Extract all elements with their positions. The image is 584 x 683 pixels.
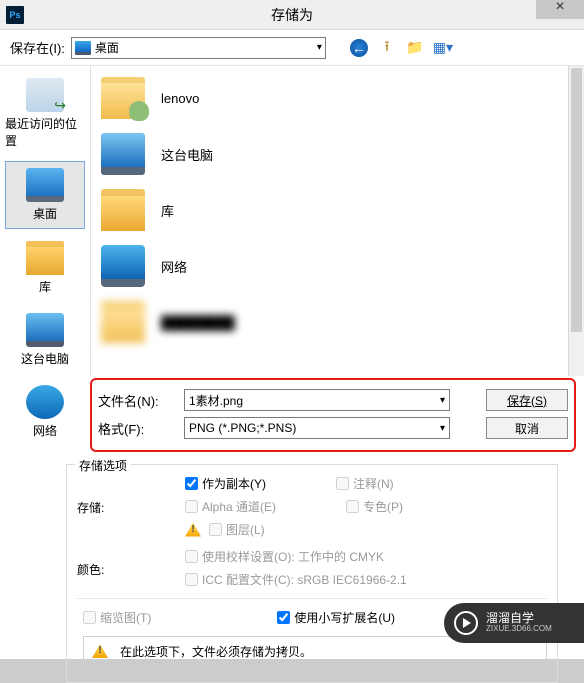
filename-label: 文件名(N): xyxy=(98,391,178,410)
filename-input[interactable]: 1素材.png ▾ xyxy=(184,389,450,411)
view-menu-icon[interactable]: ▦▾ xyxy=(434,39,452,57)
list-item[interactable]: 这台电脑 xyxy=(95,126,580,182)
places-bar: 最近访问的位置 桌面 库 这台电脑 网络 xyxy=(0,66,90,376)
icc-checkbox: ICC 配置文件(C): sRGB IEC61966-2.1 xyxy=(185,571,407,588)
titlebar: Ps 存储为 × xyxy=(0,0,584,30)
as-copy-checkbox[interactable]: 作为副本(Y) xyxy=(185,475,266,492)
notes-checkbox: 注释(N) xyxy=(336,475,394,492)
nav-library[interactable]: 库 xyxy=(5,235,85,301)
cancel-button[interactable]: 取消 xyxy=(486,417,568,439)
warning-icon xyxy=(92,644,108,658)
library-icon xyxy=(26,241,64,275)
list-item-label: 这台电脑 xyxy=(161,145,213,164)
color-label: 颜色: xyxy=(77,559,185,578)
save-in-value: 桌面 xyxy=(95,39,119,56)
info-text: 在此选项下，文件必须存储为拷贝。 xyxy=(120,643,312,660)
up-folder-icon[interactable]: ⭱ xyxy=(378,39,396,57)
thumbnail-checkbox: 缩览图(T) xyxy=(83,609,151,626)
nav-library-label: 库 xyxy=(39,278,51,295)
dialog-title: 存储为 xyxy=(0,5,584,25)
folder-icon xyxy=(101,301,145,343)
filename-value: 1素材.png xyxy=(189,392,243,409)
format-label: 格式(F): xyxy=(98,419,178,438)
chevron-down-icon: ▾ xyxy=(317,42,322,53)
network-icon xyxy=(26,385,64,419)
pc-icon xyxy=(26,313,64,347)
list-item[interactable]: 库 xyxy=(95,182,580,238)
list-item-label: lenovo xyxy=(161,91,199,106)
nav-recent-label: 最近访问的位置 xyxy=(5,115,85,149)
save-options: 存储选项 存储: 作为副本(Y) 注释(N) Alpha 通道(E) 专色(P)… xyxy=(66,464,558,683)
save-in-label: 保存在(I): xyxy=(10,38,65,57)
highlight-box: 文件名(N): 1素材.png ▾ 保存(S) 格式(F): PNG (*.PN… xyxy=(90,378,576,452)
save-in-dropdown[interactable]: 桌面 ▾ xyxy=(71,37,326,59)
desktop-icon xyxy=(26,168,64,202)
scrollbar[interactable] xyxy=(568,66,584,376)
nav-recent[interactable]: 最近访问的位置 xyxy=(5,72,85,155)
browser-area: 最近访问的位置 桌面 库 这台电脑 网络 xyxy=(0,66,584,376)
format-dropdown[interactable]: PNG (*.PNG;*.PNS) ▾ xyxy=(184,417,450,439)
save-as-dialog: Ps 存储为 × 保存在(I): 桌面 ▾ ← ⭱ 📁 ▦▾ 最近访问的位置 xyxy=(0,0,584,659)
chevron-down-icon: ▾ xyxy=(440,423,445,434)
desktop-icon xyxy=(75,41,91,55)
library-icon xyxy=(101,189,145,231)
list-item-label: ████████ xyxy=(161,315,235,330)
save-button[interactable]: 保存(S) xyxy=(486,389,568,411)
format-value: PNG (*.PNG;*.PNS) xyxy=(189,421,296,435)
photoshop-icon: Ps xyxy=(6,6,24,24)
location-bar: 保存在(I): 桌面 ▾ ← ⭱ 📁 ▦▾ xyxy=(0,30,584,66)
back-icon[interactable]: ← xyxy=(350,39,368,57)
nav-desktop-label: 桌面 xyxy=(33,205,57,222)
user-folder-icon xyxy=(101,77,145,119)
new-folder-icon[interactable]: 📁 xyxy=(406,39,424,57)
nav-thispc-label: 这台电脑 xyxy=(21,350,69,367)
layers-row: 图层(L) xyxy=(185,521,403,538)
list-item-label: 网络 xyxy=(161,257,187,276)
nav-thispc[interactable]: 这台电脑 xyxy=(5,307,85,373)
nav-desktop[interactable]: 桌面 xyxy=(5,161,85,229)
file-list[interactable]: lenovo 这台电脑 库 网络 ████████ xyxy=(90,66,584,376)
proof-checkbox: 使用校样设置(O): 工作中的 CMYK xyxy=(185,548,407,565)
save-button-label: 保存(S) xyxy=(507,392,547,409)
nav-network-label: 网络 xyxy=(33,422,57,439)
play-icon xyxy=(454,611,478,635)
scroll-thumb[interactable] xyxy=(571,68,582,332)
list-item[interactable]: 网络 xyxy=(95,238,580,294)
list-item[interactable]: ████████ xyxy=(95,294,580,350)
list-item-label: 库 xyxy=(161,201,174,220)
alpha-checkbox: Alpha 通道(E) xyxy=(185,498,276,515)
options-title: 存储选项 xyxy=(75,457,131,474)
pc-icon xyxy=(101,133,145,175)
chevron-down-icon: ▾ xyxy=(440,395,445,406)
nav-network[interactable]: 网络 xyxy=(5,379,85,445)
store-label: 存储: xyxy=(77,497,185,516)
warning-icon xyxy=(185,523,201,537)
recent-icon xyxy=(26,78,64,112)
close-button[interactable]: × xyxy=(536,0,584,19)
watermark: 溜溜自学 ZIXUE.3D66.COM xyxy=(444,603,584,643)
brand-url: ZIXUE.3D66.COM xyxy=(486,625,552,634)
lowercase-ext-checkbox[interactable]: 使用小写扩展名(U) xyxy=(277,609,395,626)
list-item[interactable]: lenovo xyxy=(95,70,580,126)
spot-checkbox: 专色(P) xyxy=(346,498,403,515)
layers-checkbox xyxy=(209,523,222,536)
network-icon xyxy=(101,245,145,287)
